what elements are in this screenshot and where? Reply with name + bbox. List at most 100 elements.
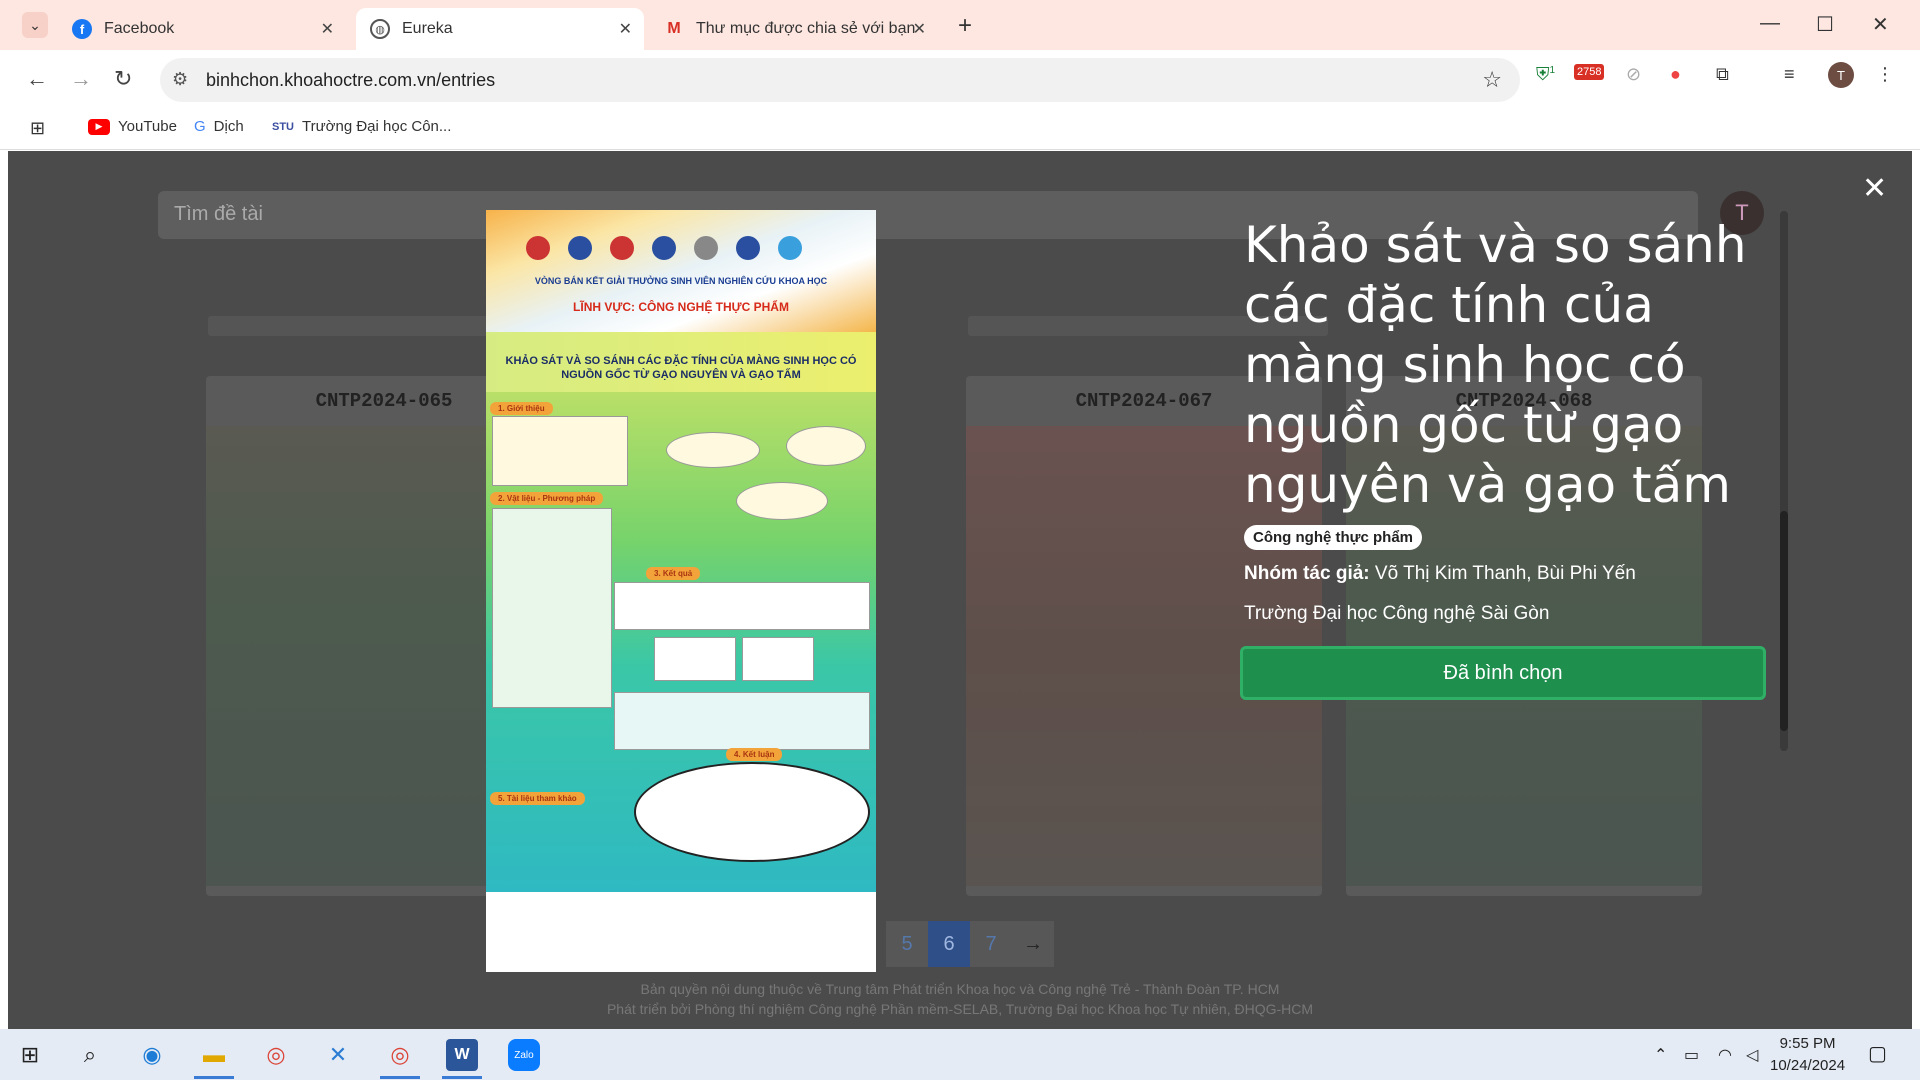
- poster-chart: [742, 637, 814, 681]
- logo-icon: [568, 236, 592, 260]
- volume-icon[interactable]: ◁: [1746, 1045, 1758, 1065]
- profile-avatar[interactable]: T: [1828, 62, 1854, 88]
- bookmark-youtube[interactable]: ▶ YouTube: [88, 118, 177, 135]
- shield-badge: 1: [1549, 65, 1556, 76]
- close-tab-icon[interactable]: ✕: [913, 19, 926, 39]
- url-text[interactable]: binhchon.khoahoctre.com.vn/entries: [206, 70, 495, 91]
- tab-strip: ⌄ f Facebook ✕ ◍ Eureka ✕ M Thư mục được…: [0, 0, 1920, 50]
- poster-title-band: KHẢO SÁT VÀ SO SÁNH CÁC ĐẶC TÍNH CỦA MÀN…: [486, 332, 876, 392]
- compass-extension-icon[interactable]: ⊘: [1626, 64, 1641, 85]
- poster-conclusion-cloud: [634, 762, 870, 862]
- chrome-profile-icon[interactable]: ◎: [384, 1039, 416, 1071]
- modal-scroll-thumb[interactable]: [1780, 511, 1788, 731]
- poster-round-heading: VÒNG BÁN KẾT GIẢI THƯỞNG SINH VIÊN NGHIÊ…: [534, 276, 828, 286]
- bookmark-school[interactable]: STU Trường Đại học Côn...: [272, 118, 451, 135]
- close-tab-icon[interactable]: ✕: [619, 19, 632, 39]
- page-6-button[interactable]: 6: [928, 921, 970, 967]
- poster-chart: [654, 637, 736, 681]
- pagination: 5 6 7 →: [886, 921, 1054, 967]
- bookmarks-bar: ⊞ ▶ YouTube G Dịch STU Trường Đại học Côn..…: [0, 110, 1920, 150]
- minimize-icon[interactable]: —: [1760, 12, 1780, 35]
- extensions-puzzle-icon[interactable]: ⧉: [1716, 64, 1729, 85]
- tab-label: Eureka: [402, 20, 453, 37]
- screen: ⌄ f Facebook ✕ ◍ Eureka ✕ M Thư mục được…: [0, 0, 1920, 1080]
- poster-section-label: 3. Kết quả: [646, 567, 701, 580]
- close-tab-icon[interactable]: ✕: [321, 19, 334, 39]
- word-icon[interactable]: W: [446, 1039, 478, 1071]
- tab-facebook[interactable]: f Facebook ✕: [58, 8, 346, 50]
- close-modal-icon[interactable]: ✕: [1862, 171, 1887, 206]
- page-5-button[interactable]: 5: [886, 921, 928, 967]
- zalo-icon[interactable]: Zalo: [508, 1039, 540, 1071]
- poster-text-box: [492, 416, 628, 486]
- color-extension-icon[interactable]: ●: [1670, 64, 1681, 85]
- battery-icon[interactable]: ▭: [1684, 1045, 1699, 1065]
- active-indicator: [194, 1076, 234, 1079]
- tab-label: Facebook: [104, 20, 175, 37]
- reload-icon[interactable]: ↻: [114, 66, 132, 92]
- globe-icon: ◍: [370, 19, 390, 39]
- poster-logos: [526, 228, 856, 268]
- logo-icon: [652, 236, 676, 260]
- chrome-icon[interactable]: ◎: [260, 1039, 292, 1071]
- poster-header: VÒNG BÁN KẾT GIẢI THƯỞNG SINH VIÊN NGHIÊ…: [486, 210, 876, 332]
- facebook-icon: f: [72, 19, 92, 39]
- new-tab-button[interactable]: +: [958, 12, 972, 40]
- logo-icon: [694, 236, 718, 260]
- footer-copyright: Bản quyền nội dung thuộc về Trung tâm Ph…: [640, 981, 1280, 997]
- poster-bubble: [786, 426, 866, 466]
- site-info-icon[interactable]: ⚙: [172, 69, 188, 90]
- logo-icon: [526, 236, 550, 260]
- entry-title: Khảo sát và so sánh các đặc tính của màn…: [1244, 216, 1747, 514]
- poster-bubble: [666, 432, 760, 468]
- poster-section-label: 4. Kết luận: [726, 748, 783, 761]
- apps-grid-icon[interactable]: ⊞: [30, 118, 45, 139]
- authors-label: Nhóm tác giả:: [1244, 563, 1370, 584]
- vscode-icon[interactable]: ✕: [322, 1039, 354, 1071]
- toolbar: ← → ↻ ⚙ binhchon.khoahoctre.com.vn/entri…: [0, 50, 1920, 110]
- wifi-icon[interactable]: ◠: [1718, 1045, 1732, 1065]
- next-page-button[interactable]: →: [1012, 921, 1054, 967]
- category-badge: Công nghệ thực phẩm: [1244, 525, 1423, 550]
- page-7-button[interactable]: 7: [970, 921, 1012, 967]
- notifications-icon[interactable]: ▢: [1868, 1041, 1887, 1066]
- school-name: Trường Đại học Công nghệ Sài Gòn: [1244, 603, 1550, 624]
- card-stub: [208, 316, 488, 336]
- poster-section-label: 5. Tài liệu tham khảo: [490, 792, 585, 805]
- maximize-icon[interactable]: ☐: [1816, 12, 1834, 37]
- window-close-icon[interactable]: ✕: [1872, 12, 1889, 37]
- edge-icon[interactable]: ◉: [136, 1039, 168, 1071]
- tab-eureka[interactable]: ◍ Eureka ✕: [356, 8, 644, 50]
- start-windows-icon[interactable]: ⊞: [14, 1039, 46, 1071]
- counter-extension-badge[interactable]: 2758: [1574, 64, 1605, 80]
- tab-search-button[interactable]: ⌄: [22, 12, 48, 38]
- poster-footer: [486, 892, 876, 972]
- tab-gmail[interactable]: M Thư mục được chia sẻ với bạn: ✕: [650, 8, 938, 50]
- poster-image[interactable]: VÒNG BÁN KẾT GIẢI THƯỞNG SINH VIÊN NGHIÊ…: [486, 210, 876, 972]
- file-explorer-icon[interactable]: ▬: [198, 1039, 230, 1071]
- forward-icon[interactable]: →: [70, 66, 92, 92]
- bookmark-label: Trường Đại học Côn...: [302, 118, 452, 135]
- taskbar: ⊞ ⌕ ◉ ▬ ◎ ✕ ◎ W Zalo ⌃ ▭ ◠ ◁ 9:55 PM 10/…: [0, 1029, 1920, 1080]
- search-icon[interactable]: ⌕: [74, 1039, 106, 1071]
- menu-kebab-icon[interactable]: ⋮: [1876, 64, 1894, 85]
- bookmark-label: Dịch: [213, 118, 244, 135]
- tray-chevron-icon[interactable]: ⌃: [1654, 1045, 1667, 1065]
- poster-text-box: [614, 692, 870, 750]
- shield-extension-icon[interactable]: ⛨1: [1536, 64, 1555, 85]
- back-icon[interactable]: ←: [26, 66, 48, 92]
- authors-names: Võ Thị Kim Thanh, Bùi Phi Yến: [1374, 563, 1636, 584]
- address-bar[interactable]: ⚙ binhchon.khoahoctre.com.vn/entries ☆: [160, 58, 1520, 102]
- system-clock[interactable]: 9:55 PM 10/24/2024: [1770, 1033, 1845, 1077]
- bookmark-dich[interactable]: G Dịch: [194, 118, 244, 135]
- active-indicator: [380, 1076, 420, 1079]
- youtube-icon: ▶: [88, 118, 110, 135]
- school-logo-icon: STU: [272, 120, 294, 133]
- media-control-icon[interactable]: ≡: [1784, 64, 1795, 85]
- voted-button[interactable]: Đã bình chọn: [1240, 646, 1766, 700]
- logo-icon: [778, 236, 802, 260]
- clock-time: 9:55 PM: [1779, 1035, 1836, 1052]
- bookmark-star-icon[interactable]: ☆: [1482, 67, 1502, 93]
- tab-label: Thư mục được chia sẻ với bạn:: [696, 20, 916, 37]
- authors-line: Nhóm tác giả: Võ Thị Kim Thanh, Bùi Phi …: [1244, 563, 1636, 585]
